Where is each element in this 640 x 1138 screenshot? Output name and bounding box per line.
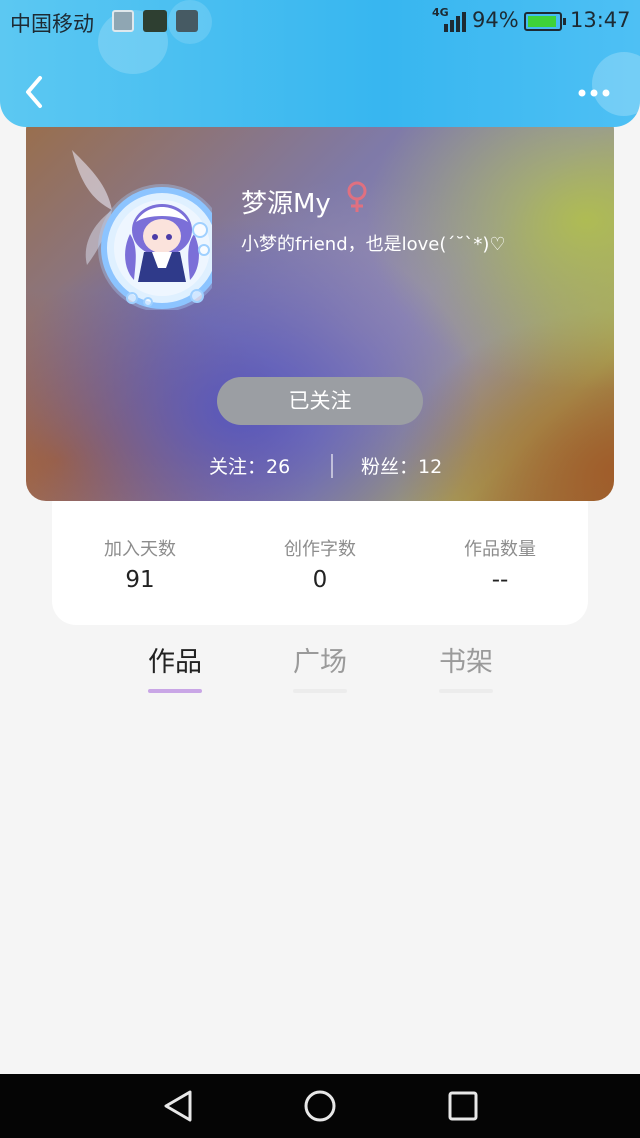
stat-label: 作品数量 bbox=[464, 539, 536, 560]
profile-tabs: 作品 广场 书架 bbox=[0, 640, 640, 700]
more-horizontal-icon bbox=[578, 89, 610, 97]
user-stats-card: 加入天数 91 创作字数 0 作品数量 -- bbox=[52, 480, 588, 625]
tab-plaza[interactable]: 广场 bbox=[265, 640, 375, 693]
stat-join-days: 加入天数 91 bbox=[50, 535, 230, 593]
app-notification-icon bbox=[176, 10, 198, 32]
stat-value: 0 bbox=[312, 567, 328, 593]
tab-indicator bbox=[439, 689, 493, 693]
battery-icon bbox=[524, 12, 566, 31]
user-bio: 小梦的friend，也是love(´˘`*)♡ bbox=[241, 234, 506, 255]
profile-card: 梦源My 小梦的friend，也是love(´˘`*)♡ 已关注 关注：26 粉… bbox=[26, 110, 614, 501]
back-triangle-icon[interactable] bbox=[160, 1088, 196, 1124]
tab-label: 作品 bbox=[148, 647, 202, 678]
back-button[interactable] bbox=[20, 74, 50, 110]
image-notification-icon bbox=[112, 10, 134, 32]
stat-value: -- bbox=[491, 567, 509, 593]
tab-label: 书架 bbox=[439, 647, 493, 678]
carrier-label: 中国移动 bbox=[10, 12, 94, 36]
followers-count[interactable]: 粉丝：12 bbox=[361, 452, 442, 479]
top-header: 中国移动 4G 94% 13:47 bbox=[0, 0, 640, 127]
clock: 13:47 bbox=[570, 8, 631, 32]
avatar[interactable] bbox=[52, 130, 226, 312]
more-options-button[interactable] bbox=[574, 80, 614, 106]
stat-word-count: 创作字数 0 bbox=[230, 535, 410, 593]
stat-works-count: 作品数量 -- bbox=[410, 535, 590, 593]
follow-stats: 关注：26 粉丝：12 bbox=[26, 452, 614, 482]
status-bar: 中国移动 4G 94% 13:47 bbox=[0, 0, 640, 44]
tab-indicator bbox=[293, 689, 347, 693]
home-circle-icon[interactable] bbox=[302, 1088, 338, 1124]
stat-label: 创作字数 bbox=[284, 539, 356, 560]
tab-bookshelf[interactable]: 书架 bbox=[411, 640, 521, 693]
app-notification-icon bbox=[143, 10, 167, 32]
tab-works[interactable]: 作品 bbox=[120, 640, 230, 693]
tab-active-indicator bbox=[148, 689, 202, 693]
female-icon bbox=[347, 181, 367, 212]
follow-status-button[interactable]: 已关注 bbox=[217, 377, 423, 425]
system-nav-bar bbox=[0, 1074, 640, 1138]
username: 梦源My bbox=[241, 189, 331, 219]
chevron-left-icon bbox=[26, 76, 42, 108]
stat-label: 加入天数 bbox=[104, 539, 176, 560]
recent-apps-icon[interactable] bbox=[446, 1089, 480, 1123]
battery-percent: 94% bbox=[472, 8, 519, 32]
following-count[interactable]: 关注：26 bbox=[209, 452, 290, 479]
stat-value: 91 bbox=[125, 567, 155, 593]
tab-label: 广场 bbox=[293, 647, 347, 678]
signal-icon: 4G bbox=[432, 6, 468, 34]
divider bbox=[331, 454, 333, 478]
